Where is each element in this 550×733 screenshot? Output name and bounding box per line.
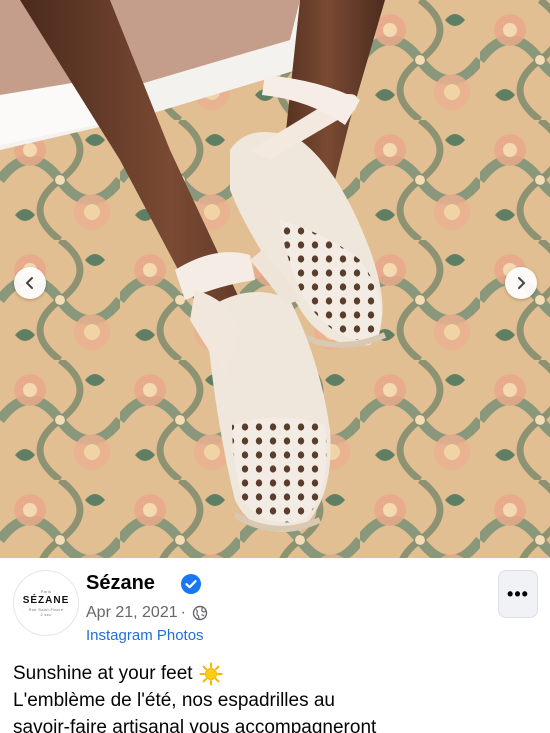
globe-icon — [192, 605, 208, 621]
previous-photo-button[interactable] — [14, 267, 46, 299]
caption-text-1: Sunshine at your feet — [13, 663, 193, 684]
album-link[interactable]: Instagram Photos — [86, 627, 204, 644]
page-avatar[interactable]: Paris SÉZANE Rue Saint-Fiacre 2 sec — [13, 570, 79, 636]
post-photo[interactable] — [0, 0, 550, 558]
post-caption: Sunshine at your feet L'emblème de l'été… — [13, 660, 533, 733]
post-header: Paris SÉZANE Rue Saint-Fiacre 2 sec Séza… — [0, 558, 550, 653]
caption-line-1: Sunshine at your feet — [13, 660, 533, 687]
meta-separator: · — [180, 604, 186, 621]
facebook-post-view: Paris SÉZANE Rue Saint-Fiacre 2 sec Séza… — [0, 0, 550, 733]
avatar-brand-logo: SÉZANE — [22, 595, 70, 606]
verified-badge-icon — [181, 574, 201, 594]
caption-line-3: savoir-faire artisanal vous accompagnero… — [13, 717, 377, 733]
chevron-right-icon — [518, 277, 525, 289]
more-options-icon: ••• — [507, 584, 529, 604]
post-meta: Apr 21, 2021 · — [86, 604, 208, 622]
caption-line-2: L'emblème de l'été, nos espadrilles au — [13, 690, 335, 711]
post-date-link[interactable]: Apr 21, 2021 — [86, 604, 178, 622]
sun-emoji-icon — [199, 662, 223, 685]
more-options-button[interactable]: ••• — [498, 570, 538, 618]
avatar-bottom-text-2: 2 sec — [40, 612, 52, 617]
next-photo-button[interactable] — [505, 267, 537, 299]
espadrilles-photo — [0, 0, 550, 558]
chevron-left-icon — [26, 277, 33, 289]
author-name-link[interactable]: Sézane — [86, 572, 155, 595]
